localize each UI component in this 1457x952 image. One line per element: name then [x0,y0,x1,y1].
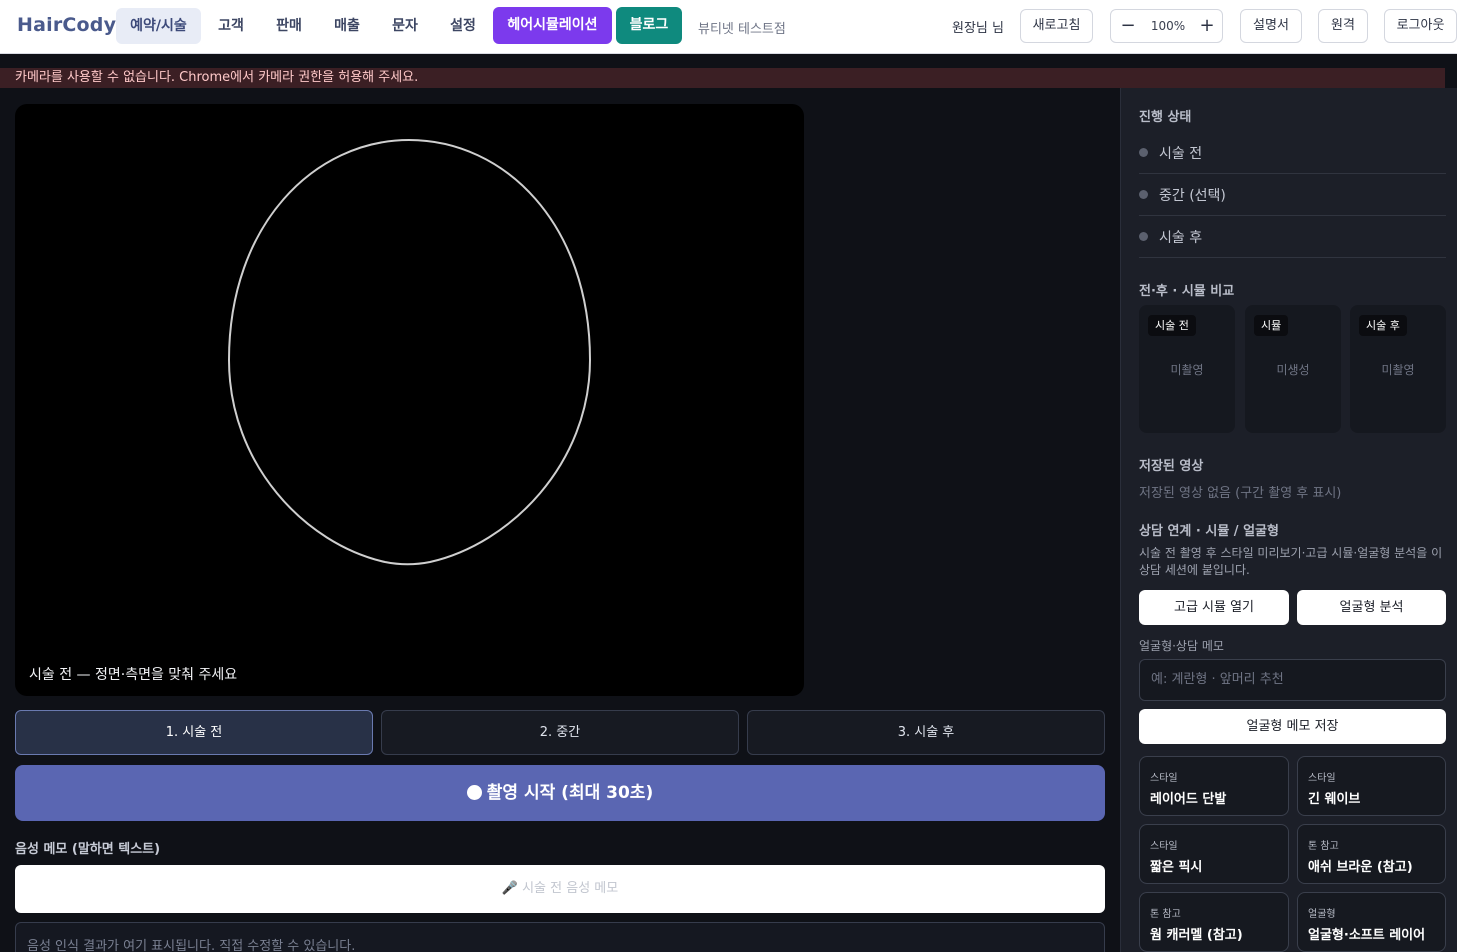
progress-title: 진행 상태 [1139,110,1192,125]
style-card-kind: 얼굴형 [1308,909,1336,920]
saved-videos-empty: 저장된 영상 없음 (구간 촬영 후 표시) [1139,486,1342,501]
start-recording-button[interactable]: 촬영 시작 (최대 30초) [15,765,1105,821]
consult-title: 상담 연계 · 시뮬 / 얼굴형 [1139,524,1279,539]
top-navigation-bar: HairCody 예약/시술 고객 판매 매출 문자 설정 헤어시뮬레이션 블로… [0,0,1457,54]
progress-item-middle: 중간 (선택) [1139,174,1446,216]
compare-card-tag: 시술 후 [1359,315,1407,336]
compare-card-tag: 시뮬 [1254,315,1289,336]
compare-card-status: 미촬영 [1381,363,1415,377]
progress-item-label: 시술 전 [1159,146,1203,162]
blog-button[interactable]: 블로그 [616,7,682,44]
tab-customers[interactable]: 고객 [206,8,256,44]
face-memo-label: 얼굴형·상담 메모 [1139,639,1224,653]
style-card-name: 웜 캐러멜 (참고) [1150,928,1243,943]
compare-card-before[interactable]: 시술 전 미촬영 [1139,305,1235,433]
voice-memo-title: 음성 메모 (말하면 텍스트) [15,842,161,857]
face-memo-input[interactable]: 예: 계란형 · 앞머리 추천 [1139,659,1446,701]
session-side-panel: 진행 상태 시술 전 중간 (선택) 시술 후 전·후 · 시뮬 비교 시술 전… [1120,88,1457,952]
brand-logo[interactable]: HairCody [17,14,116,36]
camera-error-banner: 카메라를 사용할 수 없습니다. Chrome에서 카메라 권한을 허용해 주세… [0,68,1445,88]
shop-name: 뷰티넷 테스트점 [698,22,786,37]
style-card-kind: 스타일 [1150,773,1178,784]
style-card-name: 긴 웨이브 [1308,792,1361,807]
style-card-name: 짧은 픽시 [1150,860,1203,875]
style-card-kind: 톤 참고 [1308,841,1339,852]
status-dot-icon [1139,148,1148,157]
compare-title: 전·후 · 시뮬 비교 [1139,284,1235,299]
style-card-soft-layer[interactable]: 얼굴형 얼굴형·소프트 레이어 [1297,892,1446,952]
record-dot-icon [466,785,482,800]
logout-button[interactable]: 로그아웃 [1384,9,1457,43]
compare-card-tag: 시술 전 [1148,315,1196,336]
progress-item-label: 시술 후 [1159,230,1203,246]
style-card-name: 얼굴형·소프트 레이어 [1308,928,1426,943]
manual-button[interactable]: 설명서 [1240,9,1302,43]
style-card-kind: 톤 참고 [1150,909,1181,920]
phase-before-button[interactable]: 1. 시술 전 [15,710,373,755]
style-card-long-wave[interactable]: 스타일 긴 웨이브 [1297,756,1446,816]
camera-caption: 시술 전 — 정면·측면을 맞춰 주세요 [29,667,238,683]
saved-videos-title: 저장된 영상 [1139,459,1204,474]
tab-reservation[interactable]: 예약/시술 [116,8,201,44]
remote-button[interactable]: 원격 [1318,9,1368,43]
record-label: 촬영 시작 (최대 30초) [486,783,654,803]
status-dot-icon [1139,232,1148,241]
compare-card-simulation[interactable]: 시뮬 미생성 [1245,305,1341,433]
compare-card-status: 미생성 [1276,363,1310,377]
camera-viewport: 시술 전 — 정면·측면을 맞춰 주세요 [15,104,804,696]
tab-messages[interactable]: 문자 [380,8,430,44]
style-card-kind: 스타일 [1308,773,1336,784]
refresh-button[interactable]: 새로고침 [1020,9,1093,43]
zoom-control: − 100% + [1110,9,1223,43]
hair-simulation-button[interactable]: 헤어시뮬레이션 [493,7,612,44]
save-face-memo-button[interactable]: 얼굴형 메모 저장 [1139,709,1446,744]
progress-item-after: 시술 후 [1139,216,1446,258]
progress-item-before: 시술 전 [1139,132,1446,174]
zoom-in-button[interactable]: + [1197,16,1217,36]
style-card-name: 레이어드 단발 [1150,792,1227,807]
progress-item-label: 중간 (선택) [1159,188,1226,204]
style-card-short-pixie[interactable]: 스타일 짧은 픽시 [1139,824,1289,884]
style-card-name: 애쉬 브라운 (참고) [1308,860,1413,875]
compare-card-status: 미촬영 [1170,363,1204,377]
voice-memo-button[interactable]: 🎤 시술 전 음성 메모 [15,865,1105,913]
style-card-warm-caramel[interactable]: 톤 참고 웜 캐러멜 (참고) [1139,892,1289,952]
tab-settings[interactable]: 설정 [438,8,488,44]
advanced-simulation-button[interactable]: 고급 시뮬 열기 [1139,590,1289,625]
style-card-layered-bob[interactable]: 스타일 레이어드 단발 [1139,756,1289,816]
voice-transcript-textarea[interactable]: 음성 인식 결과가 여기 표시됩니다. 직접 수정할 수 있습니다. [15,922,1105,952]
style-card-ash-brown[interactable]: 톤 참고 애쉬 브라운 (참고) [1297,824,1446,884]
phase-middle-button[interactable]: 2. 중간 [381,710,739,755]
tab-sales[interactable]: 판매 [264,8,314,44]
style-card-kind: 스타일 [1150,841,1178,852]
phase-after-button[interactable]: 3. 시술 후 [747,710,1105,755]
status-dot-icon [1139,190,1148,199]
zoom-out-button[interactable]: − [1118,16,1138,36]
owner-name: 원장님 님 [952,21,1004,36]
zoom-level: 100% [1150,19,1186,33]
tab-revenue[interactable]: 매출 [322,8,372,44]
face-guide-outline [227,138,592,566]
face-analysis-button[interactable]: 얼굴형 분석 [1297,590,1446,625]
compare-card-after[interactable]: 시술 후 미촬영 [1350,305,1446,433]
consult-description: 시술 전 촬영 후 스타일 미리보기·고급 시뮬·얼굴형 분석을 이 상담 세션… [1139,546,1443,577]
